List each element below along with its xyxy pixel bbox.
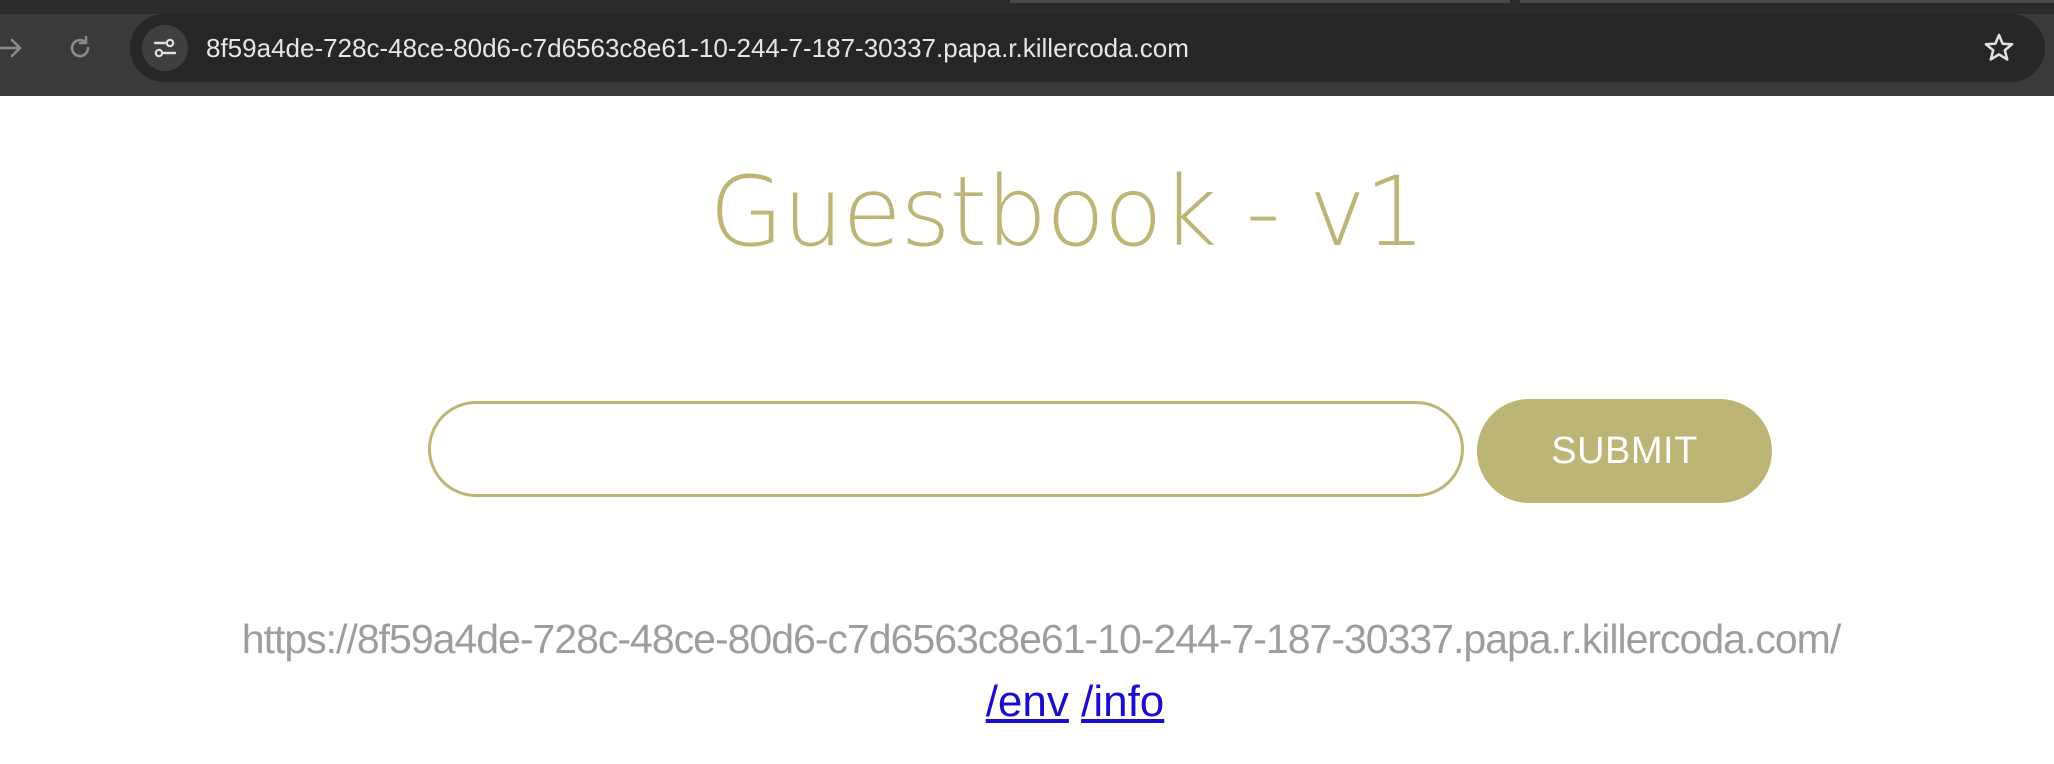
- tab-strip: [0, 0, 2054, 14]
- guestbook-input[interactable]: [428, 401, 1464, 497]
- bookmark-button[interactable]: [1979, 28, 2019, 68]
- tab-strip-segment: [1010, 0, 1510, 3]
- nav-links: /env /info: [48, 674, 2054, 730]
- forward-arrow-icon: [0, 38, 22, 58]
- forward-button[interactable]: [0, 26, 30, 70]
- site-info-button[interactable]: [142, 25, 188, 71]
- host-url-text: https://8f59a4de-728c-48ce-80d6-c7d6563c…: [241, 616, 1841, 662]
- info-link[interactable]: /info: [1081, 677, 1164, 726]
- site-settings-icon: [153, 38, 177, 58]
- browser-toolbar: 8f59a4de-728c-48ce-80d6-c7d6563c8e61-10-…: [0, 0, 2054, 96]
- reload-icon: [70, 35, 90, 58]
- env-link[interactable]: /env: [986, 677, 1069, 726]
- star-icon: [1984, 33, 2014, 61]
- url-text[interactable]: 8f59a4de-728c-48ce-80d6-c7d6563c8e61-10-…: [206, 14, 1189, 82]
- submit-button[interactable]: SUBMIT: [1477, 399, 1772, 503]
- address-bar[interactable]: 8f59a4de-728c-48ce-80d6-c7d6563c8e61-10-…: [130, 14, 2045, 82]
- reload-button[interactable]: [60, 26, 100, 70]
- page-content: Guestbook - v1 SUBMIT https://8f59a4de-7…: [0, 96, 2054, 764]
- page-title: Guestbook - v1: [709, 156, 1426, 268]
- tab-strip-segment: [1520, 0, 2054, 3]
